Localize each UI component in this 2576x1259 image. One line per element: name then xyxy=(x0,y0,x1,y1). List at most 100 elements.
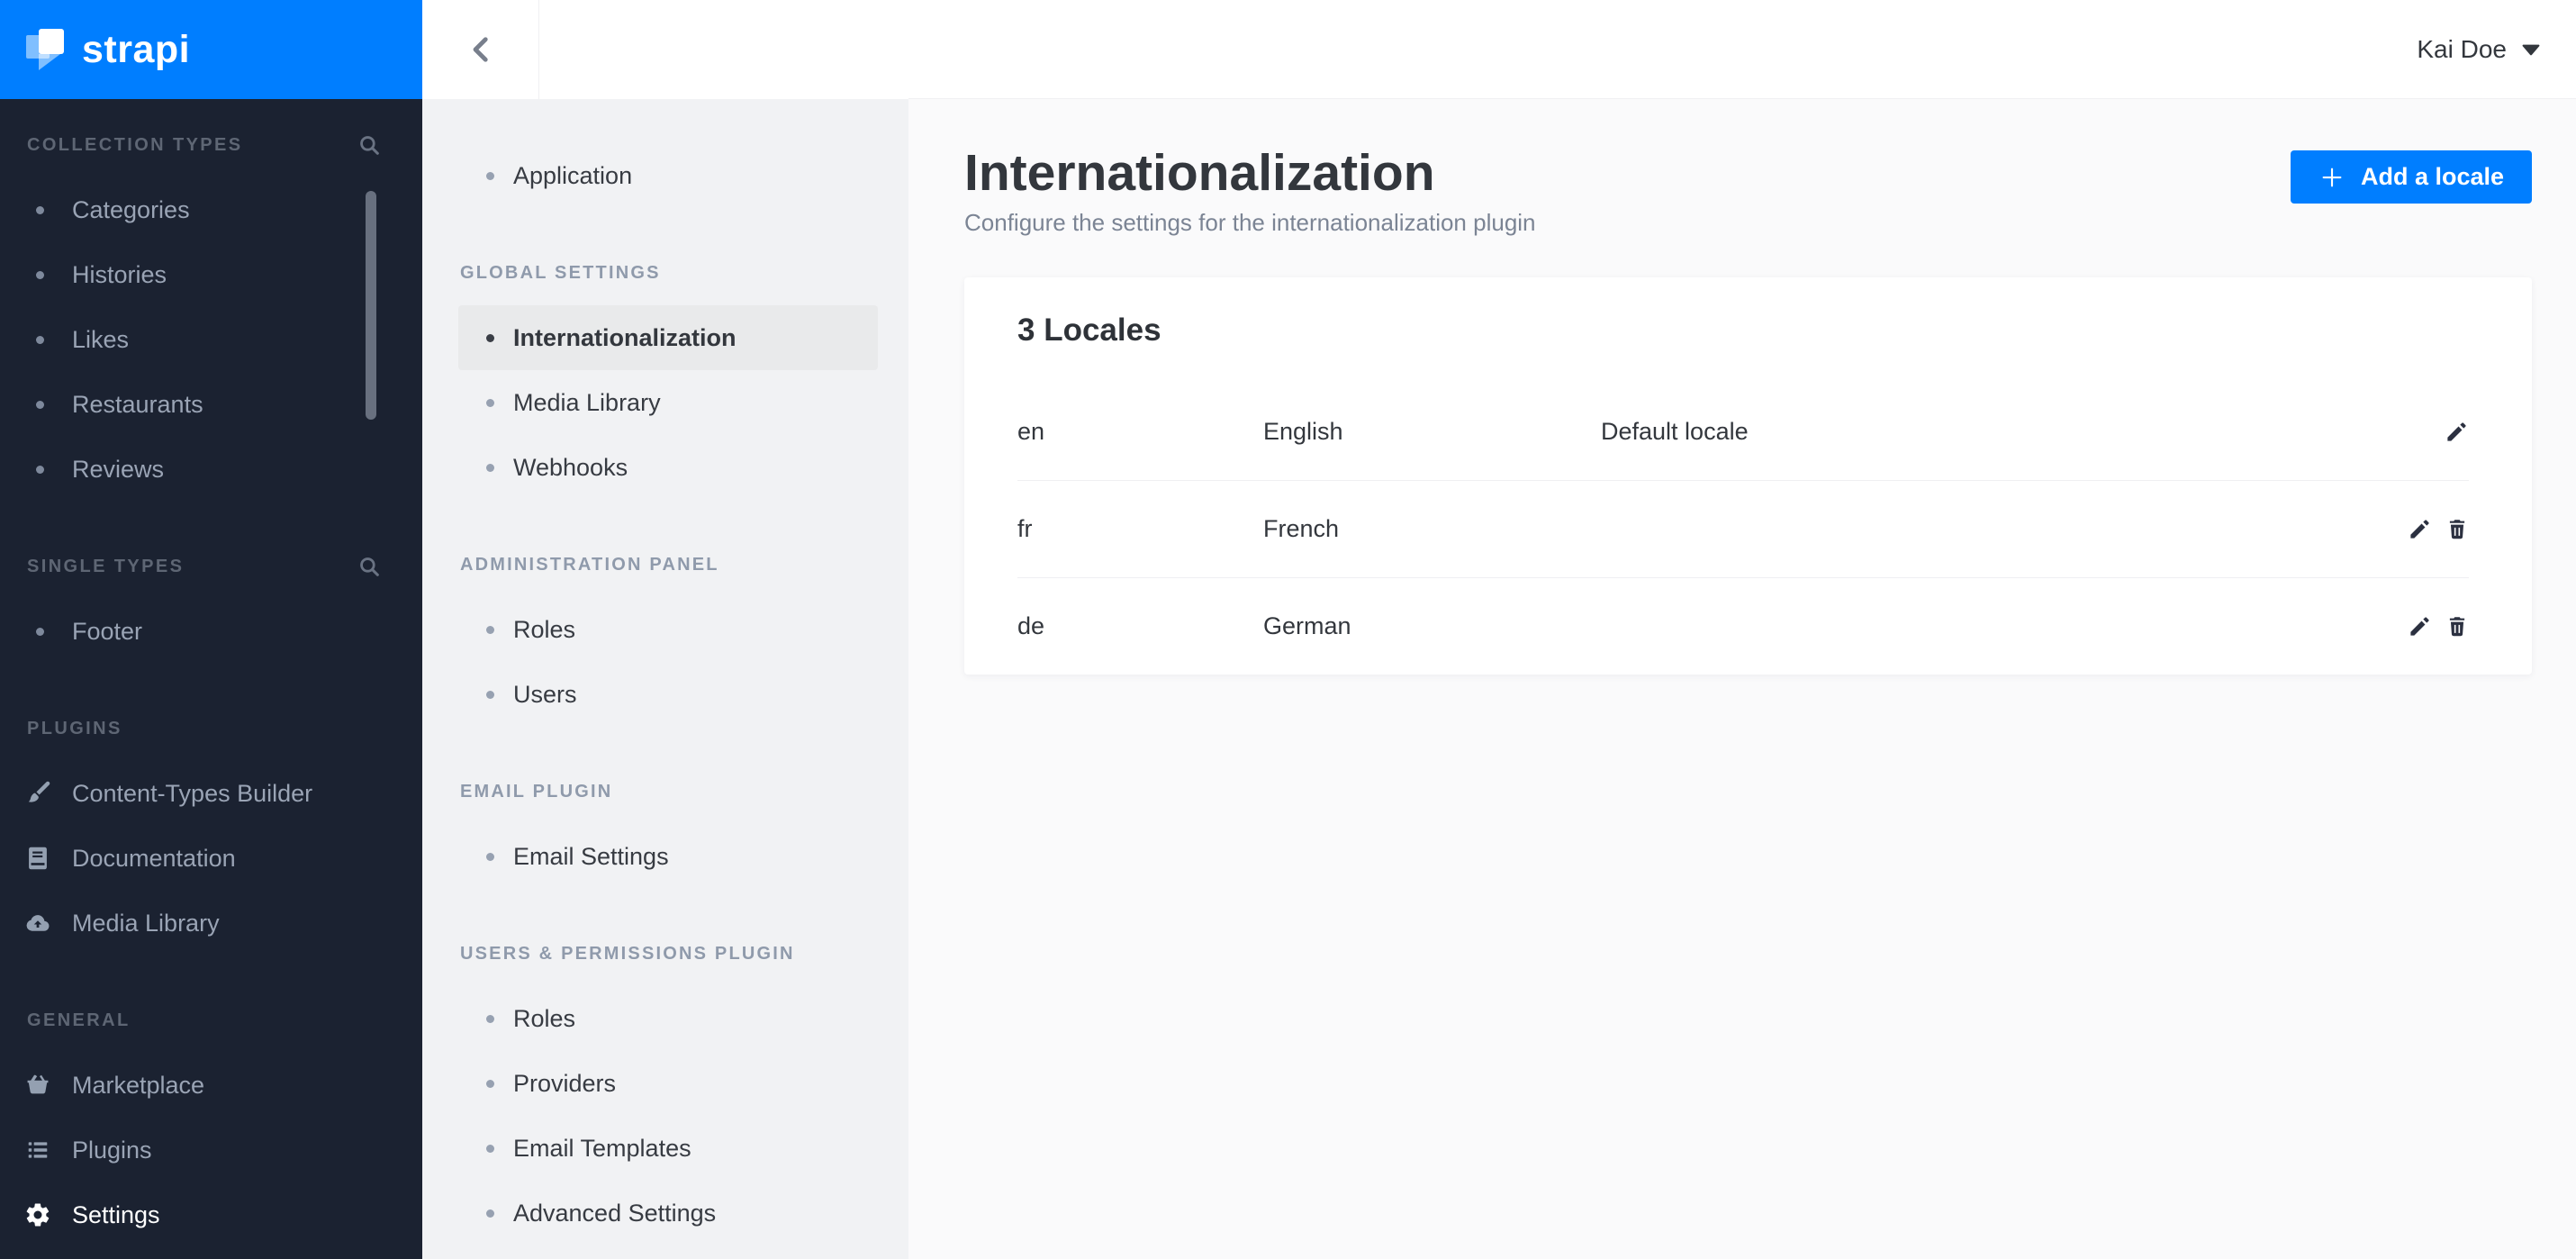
sidebar-item-media-library[interactable]: Media Library xyxy=(0,891,422,956)
bullet-dot xyxy=(486,333,494,342)
internationalization-page: Internationalization Configure the setti… xyxy=(908,99,2576,675)
trash-icon xyxy=(2445,614,2469,639)
bullet-dot xyxy=(486,463,494,472)
page-header: Internationalization Configure the setti… xyxy=(964,143,2532,237)
locale-code: de xyxy=(1017,612,1045,639)
sidebar-item-documentation[interactable]: Documentation xyxy=(0,826,422,891)
settings-nav: Application GLOBAL SETTINGS Internationa… xyxy=(422,143,908,1245)
settings-item-advanced-settings[interactable]: Advanced Settings xyxy=(458,1181,878,1245)
locale-row-de: de German xyxy=(1017,577,2469,675)
trash-icon xyxy=(2445,517,2469,541)
bullet-dot xyxy=(36,400,44,409)
chevron-left-icon xyxy=(465,32,497,68)
search-icon[interactable] xyxy=(357,133,381,157)
sidebar-item-categories[interactable]: Categories xyxy=(0,177,422,242)
add-locale-label: Add a locale xyxy=(2360,163,2504,190)
bullet-dot xyxy=(36,270,44,279)
delete-locale-button[interactable] xyxy=(2445,614,2469,639)
strapi-logo-icon xyxy=(26,29,68,70)
pencil-icon xyxy=(2445,420,2469,444)
bullet-dot xyxy=(36,335,44,344)
row-actions xyxy=(2408,614,2469,639)
bullet-dot xyxy=(486,398,494,407)
locales-card: 3 Locales en English Default locale fr F… xyxy=(964,277,2532,675)
strapi-logo-text: strapi xyxy=(82,27,191,71)
delete-locale-button[interactable] xyxy=(2445,517,2469,541)
basket-icon xyxy=(23,1073,52,1098)
bullet-dot xyxy=(36,627,44,636)
section-title-email-plugin: EMAIL PLUGIN xyxy=(460,781,613,802)
add-locale-button[interactable]: Add a locale xyxy=(2290,150,2532,204)
row-actions xyxy=(2408,517,2469,541)
bullet-dot xyxy=(36,465,44,474)
section-title-general: GENERAL xyxy=(27,1010,131,1030)
bullet-dot xyxy=(486,1014,494,1023)
settings-item-providers[interactable]: Providers xyxy=(458,1051,878,1116)
page-subtitle: Configure the settings for the internati… xyxy=(964,209,1536,236)
row-actions xyxy=(2445,420,2469,444)
sidebar-item-histories[interactable]: Histories xyxy=(0,242,422,307)
sidebar-item-settings[interactable]: Settings xyxy=(0,1182,422,1247)
gear-icon xyxy=(23,1201,52,1228)
section-title-users-permissions-plugin: USERS & PERMISSIONS PLUGIN xyxy=(460,943,795,964)
edit-locale-button[interactable] xyxy=(2408,614,2432,639)
settings-item-application[interactable]: Application xyxy=(458,143,878,208)
edit-locale-button[interactable] xyxy=(2408,517,2432,541)
bullet-dot xyxy=(486,1209,494,1218)
locale-row-en: en English Default locale xyxy=(1017,383,2469,480)
locale-name: English xyxy=(1263,417,1343,445)
bullet-dot xyxy=(486,1079,494,1088)
section-title-plugins: PLUGINS xyxy=(27,718,122,738)
settings-sub-sidebar: Application GLOBAL SETTINGS Internationa… xyxy=(422,0,908,1259)
settings-item-media-library[interactable]: Media Library xyxy=(458,370,878,435)
user-menu[interactable]: Kai Doe xyxy=(2417,35,2541,64)
section-title-single-types: SINGLE TYPES xyxy=(27,556,185,576)
section-title-global-settings: GLOBAL SETTINGS xyxy=(460,262,661,283)
bullet-dot xyxy=(36,205,44,214)
settings-item-admin-users[interactable]: Users xyxy=(458,662,878,727)
sidebar-item-restaurants[interactable]: Restaurants xyxy=(0,372,422,437)
sidebar-item-likes[interactable]: Likes xyxy=(0,307,422,372)
settings-item-webhooks[interactable]: Webhooks xyxy=(458,435,878,500)
plus-icon xyxy=(2318,164,2346,191)
settings-item-up-roles[interactable]: Roles xyxy=(458,986,878,1051)
main-nav: COLLECTION TYPES Categories Histories Li… xyxy=(0,113,422,1247)
settings-item-email-templates[interactable]: Email Templates xyxy=(458,1116,878,1181)
section-title-administration-panel: ADMINISTRATION PANEL xyxy=(460,554,719,575)
locale-name: German xyxy=(1263,612,1351,639)
book-icon xyxy=(23,846,52,871)
page-title: Internationalization xyxy=(964,144,1435,202)
pencil-icon xyxy=(2408,517,2432,541)
user-name: Kai Doe xyxy=(2417,34,2507,63)
bullet-dot xyxy=(486,625,494,634)
scrollbar-thumb[interactable] xyxy=(366,191,376,420)
locale-default-note: Default locale xyxy=(1601,417,1749,445)
section-title-collection-types: COLLECTION TYPES xyxy=(27,134,243,155)
locale-name: French xyxy=(1263,515,1340,542)
search-icon[interactable] xyxy=(357,555,381,578)
settings-item-internationalization[interactable]: Internationalization xyxy=(458,305,878,370)
topbar: Kai Doe xyxy=(908,0,2576,99)
locales-count-heading: 3 Locales xyxy=(1017,312,1161,348)
settings-item-admin-roles[interactable]: Roles xyxy=(458,597,878,662)
sidebar-item-reviews[interactable]: Reviews xyxy=(0,437,422,502)
chevron-down-icon xyxy=(2521,43,2541,56)
settings-sidebar-header xyxy=(422,0,908,99)
bullet-dot xyxy=(486,852,494,861)
strapi-logo[interactable]: strapi xyxy=(0,0,422,99)
locale-row-fr: fr French xyxy=(1017,480,2469,577)
sidebar-item-marketplace[interactable]: Marketplace xyxy=(0,1053,422,1118)
cloud-upload-icon xyxy=(23,910,52,937)
bullet-dot xyxy=(486,690,494,699)
settings-item-email-settings[interactable]: Email Settings xyxy=(458,824,878,889)
sidebar-item-content-types-builder[interactable]: Content-Types Builder xyxy=(0,761,422,826)
paintbrush-icon xyxy=(23,780,52,807)
back-button[interactable] xyxy=(422,0,539,99)
bullet-dot xyxy=(486,171,494,180)
sidebar-item-plugins[interactable]: Plugins xyxy=(0,1118,422,1182)
locale-code: fr xyxy=(1017,515,1033,542)
main-navigation-sidebar: strapi COLLECTION TYPES Categories Histo… xyxy=(0,0,422,1259)
sidebar-item-footer[interactable]: Footer xyxy=(0,599,422,664)
locale-code: en xyxy=(1017,417,1045,445)
edit-locale-button[interactable] xyxy=(2445,420,2469,444)
